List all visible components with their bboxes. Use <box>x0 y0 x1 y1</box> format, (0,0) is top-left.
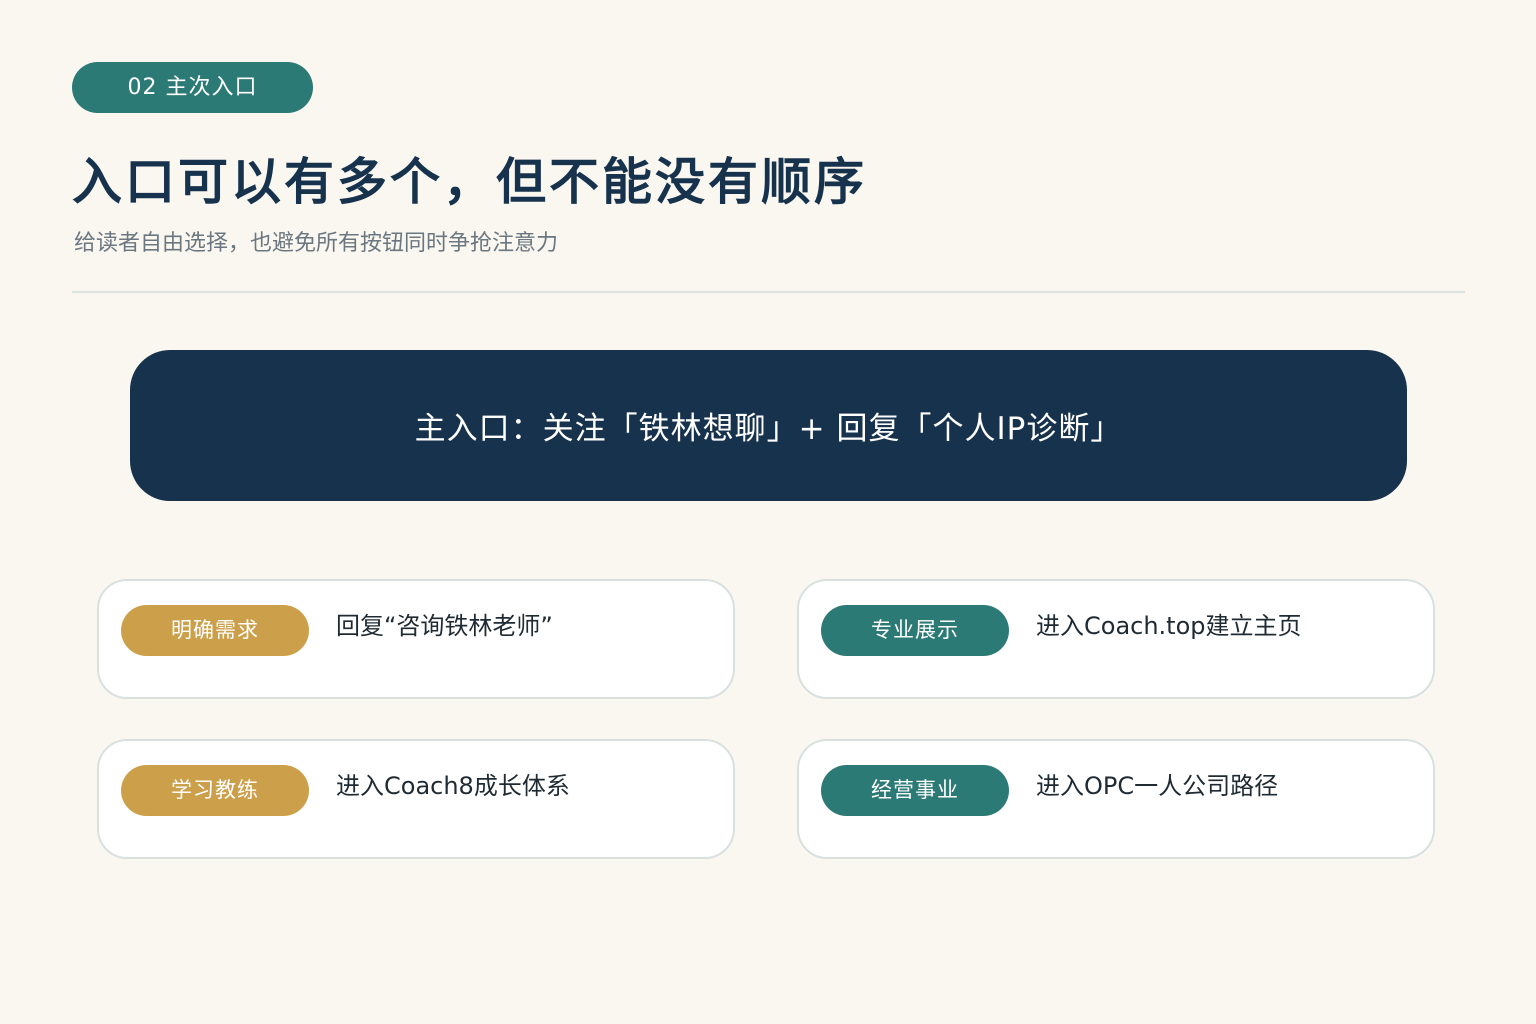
entry-tag-learn: 学习教练 <box>121 765 309 816</box>
entry-card-showcase: 专业展示 进入Coach.top建立主页 <box>797 579 1435 699</box>
entry-text-business: 进入OPC一人公司路径 <box>1036 772 1279 800</box>
entry-text-learn: 进入Coach8成长体系 <box>336 772 570 800</box>
section-tag: 02 主次入口 <box>72 62 313 113</box>
page-title: 入口可以有多个，但不能没有顺序 <box>72 153 867 211</box>
page-subtitle: 给读者自由选择，也避免所有按钮同时争抢注意力 <box>74 231 559 256</box>
entry-tag-showcase: 专业展示 <box>821 605 1009 656</box>
entry-card-business: 经营事业 进入OPC一人公司路径 <box>797 739 1435 859</box>
primary-entry-text: 主入口：关注「铁林想聊」+ 回复「个人IP诊断」 <box>414 411 1123 447</box>
divider <box>72 291 1465 293</box>
entry-tag-need: 明确需求 <box>121 605 309 656</box>
entry-card-learn: 学习教练 进入Coach8成长体系 <box>97 739 735 859</box>
primary-entry-banner: 主入口：关注「铁林想聊」+ 回复「个人IP诊断」 <box>130 350 1407 501</box>
entry-tag-business: 经营事业 <box>821 765 1009 816</box>
entry-text-need: 回复“咨询铁林老师” <box>336 612 553 640</box>
entry-card-need: 明确需求 回复“咨询铁林老师” <box>97 579 735 699</box>
entry-text-showcase: 进入Coach.top建立主页 <box>1036 612 1302 640</box>
